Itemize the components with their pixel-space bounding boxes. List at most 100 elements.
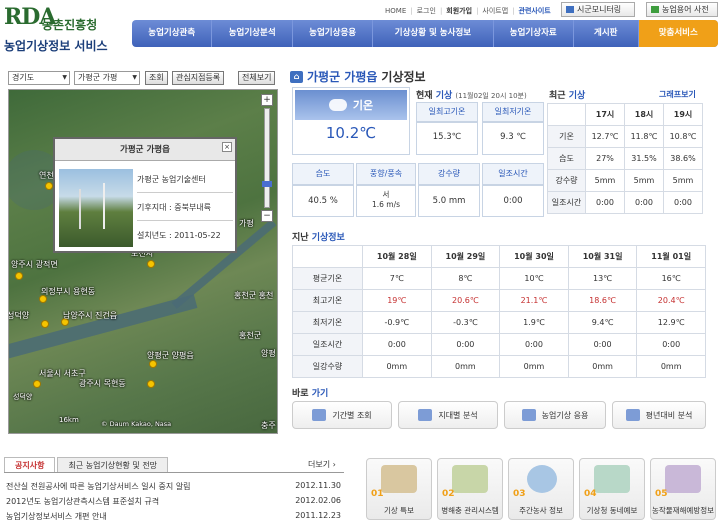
monitoring-button[interactable]: 시군모니터링 (561, 2, 635, 17)
logo[interactable]: RDA 농촌진흥청 농업기상정보 서비스 (4, 4, 124, 54)
max-temp-value: 15.3℃ (432, 132, 462, 142)
chart-icon (625, 409, 640, 421)
org-name: 농촌진흥청 (42, 18, 98, 32)
nav-application[interactable]: 농업기상응용 (293, 20, 374, 47)
zoom-out-button[interactable]: − (261, 210, 273, 222)
recent-weather-label: 최근 기상 (549, 91, 586, 101)
past-weather-table: 10월 28일 10월 29일 10월 30일 10월 31일 11월 01일 평균기온… (292, 245, 706, 378)
nav-custom[interactable]: 맞춤서비스 (638, 20, 718, 47)
station-pin[interactable] (33, 380, 41, 388)
notice-item[interactable]: 전산실 전원공사에 따른 농업기상서비스 일시 중지 알림 2012.11.30 (6, 481, 341, 492)
station-pin[interactable] (147, 260, 155, 268)
fullscreen-button[interactable]: 전체보기 (238, 71, 276, 85)
popup-installed: 설치년도 : 2011-05-22 (137, 231, 221, 240)
pest-icon (452, 465, 488, 493)
signup-link[interactable]: 회원가입 (446, 6, 472, 16)
forecast-icon (594, 465, 630, 493)
popup-title: 가평군 가평읍 (55, 139, 235, 161)
related-sites-link[interactable]: 관련사이트 (519, 6, 551, 16)
recent-weather-table: 17시 18시 19시 기온 12.7℃ 11.8℃ 10.8℃ 습도 27% 31.5% 38… (547, 103, 703, 214)
service-name: 농업기상정보 서비스 (4, 39, 108, 53)
map-label: 연천 (39, 171, 54, 180)
shortcuts-label: 바로 가기 (292, 389, 329, 399)
service-pest-management[interactable]: 02 병해충 관리시스템 (437, 458, 503, 520)
main-nav: 농업기상관측 농업기상분석 농업기상응용 기상상황 및 농사정보 농업기상자료 … (132, 20, 718, 47)
map-label: 양주시 광적면 (11, 260, 58, 269)
search-button[interactable]: 조회 (145, 71, 168, 85)
glossary-button[interactable]: 농업용어 사전 (646, 2, 718, 17)
map-scale: 16km (59, 416, 79, 424)
notice-item[interactable]: 2012년도 농업기상관측시스템 표준설치 규격 2012.02.06 (6, 496, 341, 507)
service-weekly-farming[interactable]: 03 주간농사 정보 (508, 458, 574, 520)
wind-speed: 1.6 m/s (371, 200, 401, 209)
popup-station: 가평군 농업기술센터 (137, 167, 233, 193)
home-icon: ⌂ (290, 70, 303, 83)
wind-direction: 서 (382, 190, 390, 199)
map-label: 홍천군 홍천 (234, 291, 274, 300)
nav-farm-info[interactable]: 기상상황 및 농사정보 (373, 20, 494, 47)
zoom-in-button[interactable]: + (261, 94, 273, 106)
map-label: 양평 (261, 349, 276, 358)
document-icon (418, 409, 433, 421)
nav-data[interactable]: 농업기상자료 (494, 20, 574, 47)
station-pin[interactable] (45, 182, 53, 190)
cloud-icon (328, 99, 347, 111)
login-link[interactable]: 로그인 (417, 6, 436, 16)
home-link[interactable]: HOME (385, 7, 406, 15)
weather-title-suffix: 기상정보 (381, 70, 426, 84)
service-disaster-prevention[interactable]: 05 농작물재해예방정보 (650, 458, 716, 520)
min-temp-label: 일최저기온 (482, 102, 544, 122)
weather-title: ⌂ 가평군 가평읍 기상정보 (290, 68, 426, 85)
zone-analysis-button[interactable]: 지대별 분석 (398, 401, 498, 429)
map-label: 성덕양 (13, 393, 33, 401)
close-icon[interactable]: × (222, 142, 232, 152)
rain-value: 5.0 mm (432, 196, 466, 206)
map-label: 양평군 양평읍 (147, 351, 194, 360)
map-label: 의정부시 용현동 (41, 287, 96, 296)
zoom-handle[interactable] (262, 181, 272, 187)
nav-board[interactable]: 게시판 (574, 20, 639, 47)
county-select[interactable]: 가평군 가평 (74, 71, 140, 85)
station-pin[interactable] (149, 360, 157, 368)
register-location-button[interactable]: 관심지점등록 (172, 71, 225, 85)
map-label: 광주시 목현동 (79, 379, 126, 388)
sitemap-link[interactable]: 사이트맵 (482, 6, 508, 16)
zoom-slider[interactable] (262, 108, 272, 208)
monitor-icon (566, 6, 574, 13)
map-label: 성덕양 (8, 311, 30, 320)
min-temp-value: 9.3 ℃ (500, 132, 526, 142)
station-pin[interactable] (41, 320, 49, 328)
weather-application-button[interactable]: 농업기상 응용 (504, 401, 606, 429)
more-link[interactable]: 더보기 › (308, 459, 336, 470)
province-select[interactable]: 경기도 (8, 71, 70, 85)
map-label: 홍천군 (239, 331, 262, 340)
nav-observation[interactable]: 농업기상관측 (132, 20, 213, 47)
crop-icon (665, 465, 701, 493)
tab-notices[interactable]: 공지사항 (4, 457, 56, 472)
top-links: HOME | 로그인 | 회원가입 | 사이트맵 | 관련사이트 (385, 6, 551, 16)
sunshine-label: 일조시간 (482, 163, 544, 185)
service-local-forecast[interactable]: 04 기상청 동네예보 (579, 458, 645, 520)
station-photo (59, 169, 133, 247)
map-attribution: © Daum Kakao, Nasa (101, 420, 172, 428)
current-temp: 10.2℃ (325, 124, 377, 142)
tab-recent-outlook[interactable]: 최근 농업기상현황 및 전망 (57, 457, 169, 472)
service-weather-alert[interactable]: 01 기상 특보 (366, 458, 432, 520)
station-pin[interactable] (147, 380, 155, 388)
graph-view-button[interactable]: 그래프보기 (659, 89, 696, 100)
map-label: 남양주시 진건읍 (63, 311, 118, 320)
max-temp-label: 일최고기온 (416, 102, 478, 122)
humidity-value: 40.5 % (308, 196, 338, 206)
newspaper-icon (381, 465, 417, 493)
current-sky-box: 기온 10.2℃ (292, 87, 410, 155)
sky-status: 기온 (295, 90, 407, 120)
map-label: 가평 (239, 219, 254, 228)
normal-compare-button[interactable]: 평년대비 분석 (612, 401, 706, 429)
rain-label: 강수량 (418, 163, 480, 185)
sunshine-value: 0:00 (503, 196, 523, 206)
notice-item[interactable]: 농업기상정보서비스 개편 안내 2011.12.23 (6, 511, 341, 522)
period-search-button[interactable]: 기간별 조회 (292, 401, 392, 429)
nav-analysis[interactable]: 농업기상분석 (212, 20, 293, 47)
station-pin[interactable] (15, 272, 23, 280)
current-weather-label: 현재 기상 (11월02일 20시 10분) (416, 91, 527, 101)
